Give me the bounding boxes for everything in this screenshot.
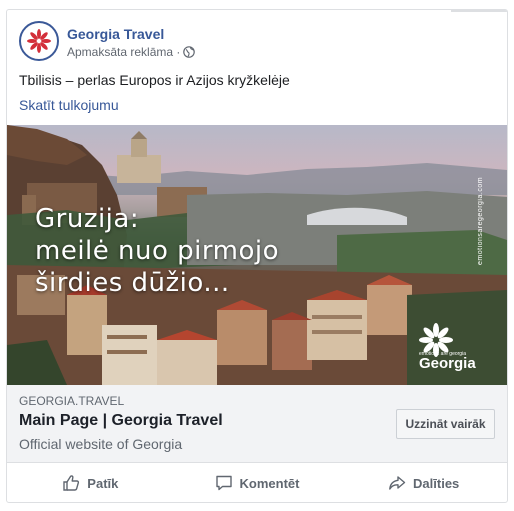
link-description: Official website of Georgia [19, 436, 183, 452]
share-button[interactable]: Dalīties [340, 463, 507, 502]
georgia-brand-logo: emotions are georgia Georgia [417, 321, 501, 375]
card-top-divider [451, 10, 507, 12]
ad-image[interactable]: Gruzija: meilė nuo pirmojo širdies dūžio… [7, 125, 507, 385]
sponsored-label: Apmaksāta reklāma · [67, 45, 196, 59]
like-button[interactable]: Patīk [7, 463, 174, 502]
ad-side-url: emotionsaregeorgia.com [477, 176, 484, 265]
ad-headline-line: Gruzija: [35, 204, 140, 234]
link-domain: GEORGIA.TRAVEL [19, 394, 125, 408]
globe-icon[interactable] [183, 46, 196, 58]
link-title[interactable]: Main Page | Georgia Travel [19, 412, 223, 430]
link-preview[interactable]: GEORGIA.TRAVEL Main Page | Georgia Trave… [7, 385, 507, 463]
sponsored-text: Apmaksāta reklāma · [67, 45, 181, 59]
learn-more-button[interactable]: Uzzināt vairāk [396, 409, 495, 439]
post-message: Tbilisis – perlas Europos ir Azijos kryž… [19, 72, 290, 88]
comment-bubble-icon [215, 475, 232, 491]
share-arrow-icon [389, 476, 406, 490]
georgia-flower-logo-icon [27, 29, 51, 53]
sponsored-post-card: Georgia Travel Apmaksāta reklāma · Tbili… [6, 9, 508, 503]
thumbs-up-icon [63, 475, 80, 491]
page-avatar[interactable] [19, 21, 59, 61]
share-label: Dalīties [413, 475, 460, 491]
ad-headline: Gruzija: meilė nuo pirmojo širdies dūžio… [35, 203, 279, 299]
comment-button[interactable]: Komentēt [174, 463, 341, 502]
comment-label: Komentēt [239, 475, 300, 491]
like-label: Patīk [87, 475, 119, 491]
see-translation-link[interactable]: Skatīt tulkojumu [19, 97, 119, 113]
ad-headline-line: širdies dūžio... [35, 268, 230, 298]
ad-headline-line: meilė nuo pirmojo [35, 236, 279, 266]
brand-wordmark: Georgia [419, 355, 476, 372]
page-name-link[interactable]: Georgia Travel [67, 26, 164, 42]
post-actions-bar: Patīk Komentēt Dalīties [7, 463, 507, 502]
